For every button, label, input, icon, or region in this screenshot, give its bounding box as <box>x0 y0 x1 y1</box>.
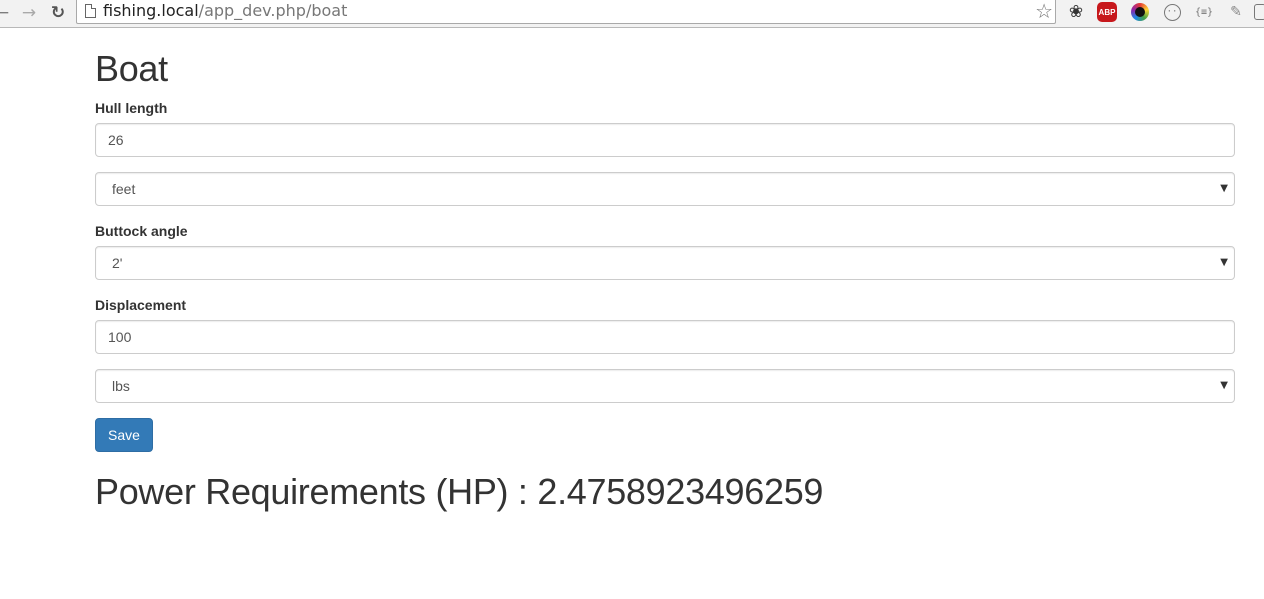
save-button[interactable]: Save <box>95 418 153 452</box>
bug-icon[interactable]: ❀ <box>1066 2 1086 22</box>
displacement-label: Displacement <box>95 297 187 313</box>
result-value: 2.4758923496259 <box>537 471 824 512</box>
power-requirements-result: Power Requirements (HP) : 2.475892349625… <box>95 472 1235 512</box>
adblock-icon[interactable]: ABP <box>1097 2 1117 22</box>
chevron-down-icon: ▼ <box>1220 380 1228 391</box>
pencil-icon[interactable]: ✎ <box>1226 2 1246 22</box>
reload-icon[interactable]: ↻ <box>47 2 69 24</box>
hull-length-unit-select[interactable]: feet ▼ <box>95 172 1235 206</box>
displacement-input[interactable]: 100 <box>95 320 1235 354</box>
hull-length-value: 26 <box>108 132 124 148</box>
chevron-down-icon: ▼ <box>1220 257 1228 268</box>
buttock-angle-value: 2' <box>112 255 123 271</box>
buttock-angle-select[interactable]: 2' ▼ <box>95 246 1235 280</box>
displacement-value: 100 <box>108 329 132 345</box>
boat-form: Boat Hull length 26 feet ▼ Buttock angle… <box>95 28 1235 512</box>
circle-icon[interactable]: ·· <box>1162 2 1182 22</box>
back-arrow-icon[interactable]: ← <box>0 2 13 24</box>
extension-icon[interactable] <box>1254 2 1264 22</box>
chevron-down-icon: ▼ <box>1220 183 1228 194</box>
color-picker-icon[interactable] <box>1130 2 1150 22</box>
page-icon <box>85 4 96 18</box>
hull-length-unit-value: feet <box>112 181 136 197</box>
hull-length-label: Hull length <box>95 100 168 116</box>
page-title: Boat <box>95 48 168 89</box>
browser-toolbar: ← → ↻ fishing.local/app_dev.php/boat ☆ ❀… <box>0 0 1264 28</box>
forward-arrow-icon[interactable]: → <box>18 2 40 24</box>
star-icon[interactable]: ☆ <box>1035 0 1053 22</box>
hull-length-input[interactable]: 26 <box>95 123 1235 157</box>
result-label: Power Requirements (HP) : <box>95 471 528 512</box>
json-icon[interactable]: {≡} <box>1194 2 1214 22</box>
displacement-unit-value: lbs <box>112 378 130 394</box>
displacement-unit-select[interactable]: lbs ▼ <box>95 369 1235 403</box>
url-text: fishing.local/app_dev.php/boat <box>103 1 348 20</box>
buttock-angle-label: Buttock angle <box>95 223 188 239</box>
address-bar[interactable]: fishing.local/app_dev.php/boat ☆ <box>76 0 1056 24</box>
